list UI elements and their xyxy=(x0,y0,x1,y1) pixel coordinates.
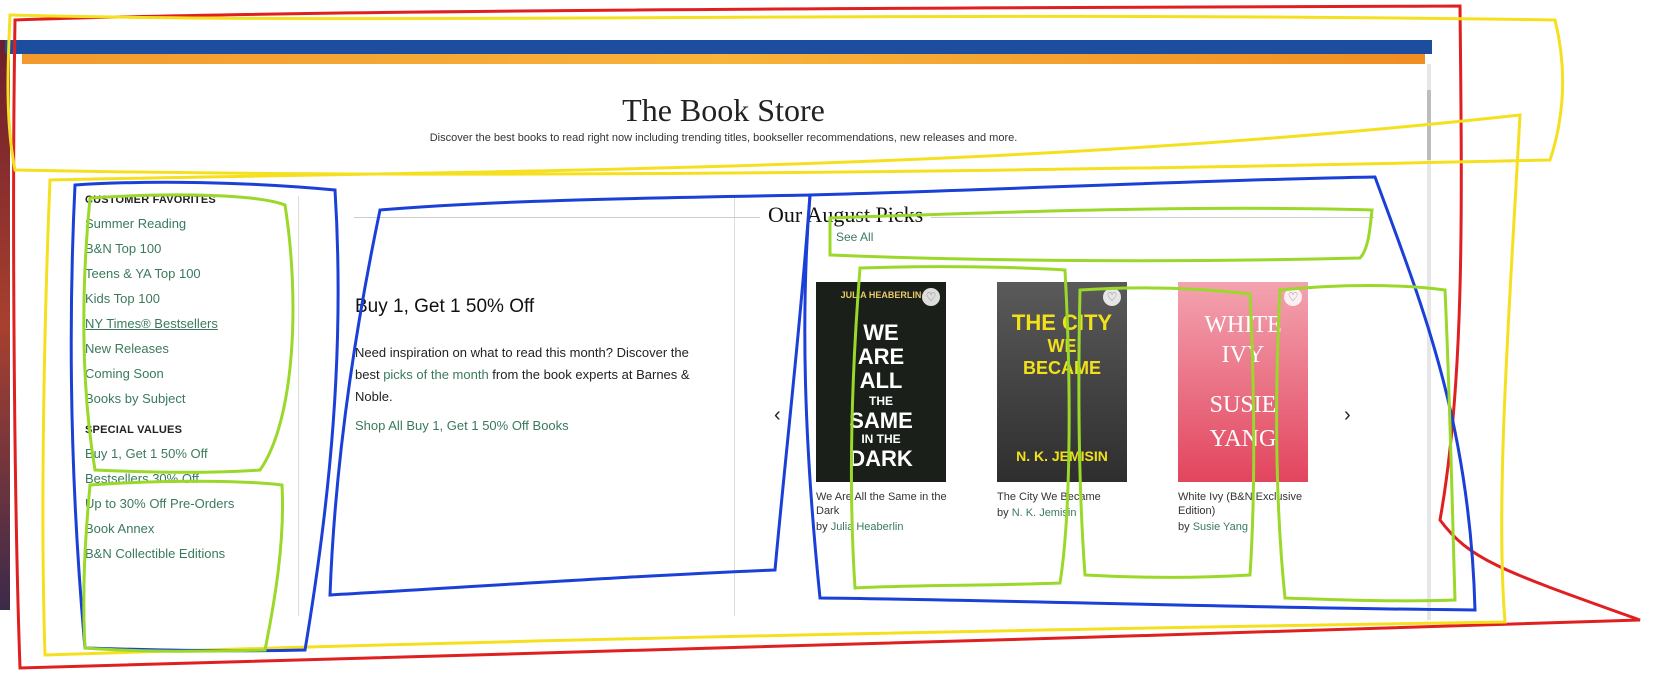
see-all-link[interactable]: See All xyxy=(836,230,873,244)
sidebar-heading-customer-favorites: CUSTOMER FAVORITES xyxy=(85,194,216,206)
sidebar-link-pre-orders[interactable]: Up to 30% Off Pre-Orders xyxy=(85,496,295,511)
book-title[interactable]: We Are All the Same in the Dark xyxy=(816,490,951,518)
heart-icon[interactable]: ♡ xyxy=(1103,288,1121,306)
cover-text: IVY xyxy=(1221,342,1265,368)
book-store-page: The Book Store Discover the best books t… xyxy=(22,64,1425,624)
cover-text: THE xyxy=(869,394,893,408)
cover-text: WE xyxy=(1047,336,1077,356)
sidebar-divider xyxy=(298,196,299,616)
book-byline: by Susie Yang xyxy=(1178,521,1313,533)
cover-text: ALL xyxy=(859,368,903,393)
sidebar-link-coming-soon[interactable]: Coming Soon xyxy=(85,366,295,381)
sidebar-link-new-releases[interactable]: New Releases xyxy=(85,341,295,356)
author-link[interactable]: Susie Yang xyxy=(1193,521,1248,533)
author-link[interactable]: N. K. Jemisin xyxy=(1012,507,1077,519)
cover-text: N. K. JEMISIN xyxy=(1016,448,1108,464)
by-label: by xyxy=(816,521,828,533)
book-cover[interactable]: WHITE IVY SUSIE YANG ♡ xyxy=(1178,282,1308,482)
book-cover[interactable]: JULIA HEABERLIN WE ARE ALL THE SAME IN T… xyxy=(816,282,946,482)
cover-text: IN THE xyxy=(861,432,901,446)
sidebar-link-teens-ya-top-100[interactable]: Teens & YA Top 100 xyxy=(85,266,295,281)
cover-text: YANG xyxy=(1209,426,1277,452)
book-byline: by N. K. Jemisin xyxy=(997,507,1132,519)
sidebar-link-bn-top-100[interactable]: B&N Top 100 xyxy=(85,241,295,256)
book-cover[interactable]: THE CITY WE BECAME N. K. JEMISIN ♡ xyxy=(997,282,1127,482)
sidebar-link-ny-times-bestsellers[interactable]: NY Times® Bestsellers xyxy=(85,316,295,331)
carousel-prev-arrow[interactable]: ‹ xyxy=(774,404,781,427)
cover-text: DARK xyxy=(849,446,913,471)
shop-all-link[interactable]: Shop All Buy 1, Get 1 50% Off Books xyxy=(355,418,695,433)
cover-text: THE CITY xyxy=(1011,310,1113,335)
heart-icon[interactable]: ♡ xyxy=(1284,288,1302,306)
book-card[interactable]: THE CITY WE BECAME N. K. JEMISIN ♡ The C… xyxy=(997,282,1132,519)
background-edge xyxy=(0,40,10,610)
sidebar-link-books-by-subject[interactable]: Books by Subject xyxy=(85,391,295,406)
book-card[interactable]: WHITE IVY SUSIE YANG ♡ White Ivy (B&N Ex… xyxy=(1178,282,1313,533)
sidebar-link-collectible-editions[interactable]: B&N Collectible Editions xyxy=(85,546,295,561)
heart-icon[interactable]: ♡ xyxy=(922,288,940,306)
cover-text: WHITE xyxy=(1204,312,1282,338)
hero-banner-strip xyxy=(22,54,1425,64)
promo-text: Need inspiration on what to read this mo… xyxy=(355,342,695,408)
cover-text: SUSIE xyxy=(1209,392,1277,418)
promo-title: Buy 1, Get 1 50% Off xyxy=(355,296,535,317)
sidebar-link-kids-top-100[interactable]: Kids Top 100 xyxy=(85,291,295,306)
content-divider xyxy=(734,196,735,616)
picks-of-the-month-link[interactable]: picks of the month xyxy=(383,367,489,382)
scrollbar-thumb[interactable] xyxy=(1427,90,1431,160)
picks-title: Our August Picks xyxy=(760,202,932,228)
cover-text: SAME xyxy=(849,408,913,433)
cover-text: WE xyxy=(863,320,899,345)
book-card[interactable]: JULIA HEABERLIN WE ARE ALL THE SAME IN T… xyxy=(816,282,951,533)
sidebar: CUSTOMER FAVORITES Summer Reading B&N To… xyxy=(85,194,295,571)
carousel-next-arrow[interactable]: › xyxy=(1344,404,1351,427)
by-label: by xyxy=(997,507,1009,519)
cover-text: ARE xyxy=(857,344,905,369)
sidebar-heading-special-values: SPECIAL VALUES xyxy=(85,424,183,436)
promo-block: Buy 1, Get 1 50% Off Need inspiration on… xyxy=(355,296,695,433)
by-label: by xyxy=(1178,521,1190,533)
author-link[interactable]: Julia Heaberlin xyxy=(831,521,904,533)
bookmarks-bar xyxy=(5,40,1432,54)
sidebar-link-bestsellers-30-off[interactable]: Bestsellers 30% Off xyxy=(85,471,295,486)
sidebar-link-book-annex[interactable]: Book Annex xyxy=(85,521,295,536)
sidebar-link-buy1-get1[interactable]: Buy 1, Get 1 50% Off xyxy=(85,446,295,461)
page-description: Discover the best books to read right no… xyxy=(429,132,1018,144)
cover-text: BECAME xyxy=(1022,358,1101,378)
book-title[interactable]: White Ivy (B&N Exclusive Edition) xyxy=(1178,490,1313,518)
page-title: The Book Store xyxy=(622,92,825,128)
book-byline: by Julia Heaberlin xyxy=(816,521,951,533)
book-title[interactable]: The City We Became xyxy=(997,490,1132,504)
sidebar-link-summer-reading[interactable]: Summer Reading xyxy=(85,216,295,231)
